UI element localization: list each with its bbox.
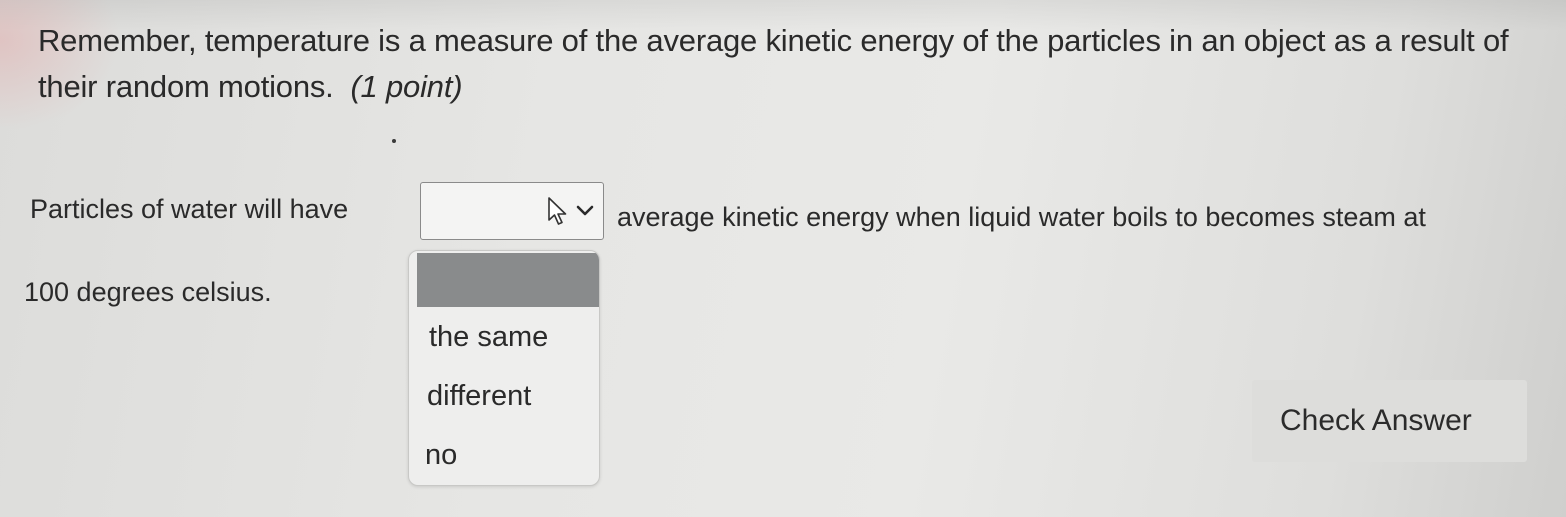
prompt-text-line2: 100 degrees celsius.: [24, 277, 272, 307]
chevron-down-icon[interactable]: [575, 204, 595, 218]
check-answer-button[interactable]: Check Answer: [1252, 380, 1527, 462]
question-body: Remember, temperature is a measure of th…: [38, 23, 1509, 104]
dropdown-option-different[interactable]: different: [427, 380, 531, 413]
answer-dropdown-menu: the same different no: [408, 250, 600, 486]
dropdown-highlighted-blank-option[interactable]: [417, 253, 599, 307]
question-text: Remember, temperature is a measure of th…: [38, 18, 1528, 110]
check-answer-label: Check Answer: [1280, 404, 1472, 437]
cursor-arrow-icon: [548, 197, 567, 225]
dropdown-option-no[interactable]: no: [425, 439, 457, 472]
screen-speck: [392, 139, 396, 143]
dropdown-option-the-same[interactable]: the same: [429, 321, 548, 354]
prompt-text-after: average kinetic energy when liquid water…: [617, 202, 1426, 232]
question-points: (1 point): [350, 69, 463, 104]
prompt-text-before: Particles of water will have: [30, 194, 349, 224]
